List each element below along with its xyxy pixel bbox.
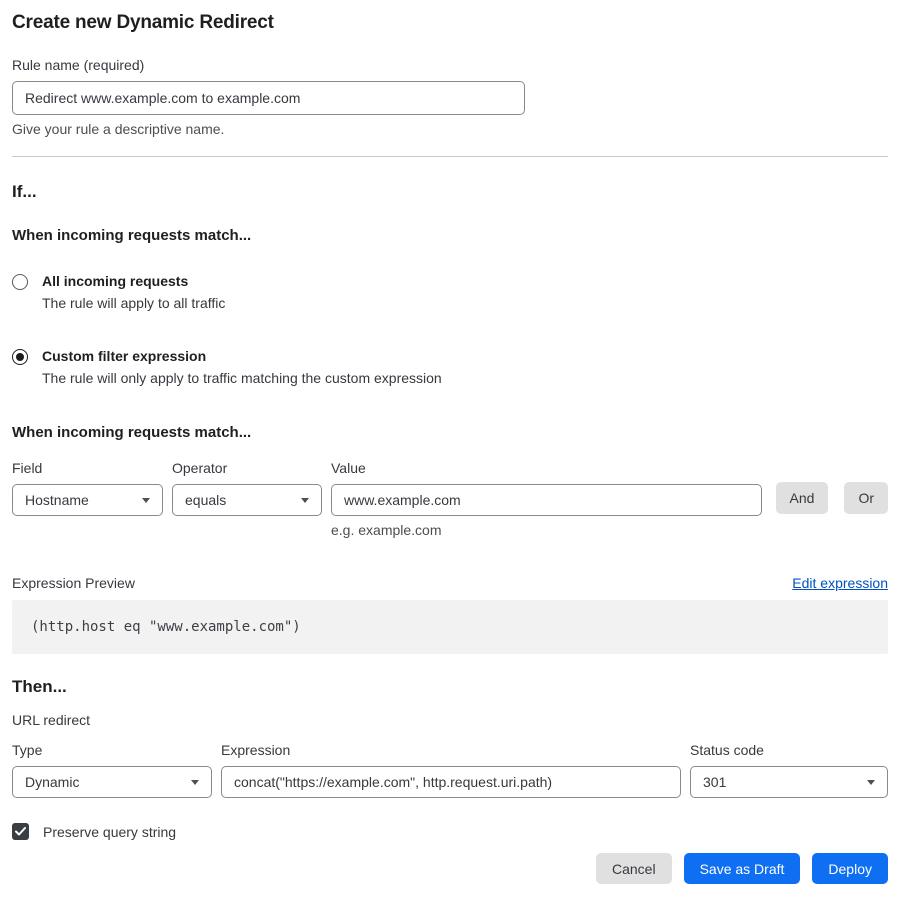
- if-heading: If...: [12, 182, 888, 202]
- status-code-dropdown-value: 301: [703, 774, 726, 790]
- radio-option-label[interactable]: Custom filter expression: [42, 348, 442, 365]
- field-label: Field: [12, 460, 163, 476]
- cancel-button[interactable]: Cancel: [596, 853, 672, 884]
- edit-expression-link[interactable]: Edit expression: [792, 575, 888, 591]
- value-input[interactable]: [331, 484, 762, 516]
- match-type-radio-group: All incoming requests The rule will appl…: [12, 273, 888, 386]
- value-help: e.g. example.com: [331, 522, 762, 538]
- checkbox-checked-icon[interactable]: [12, 823, 29, 840]
- operator-dropdown-value: equals: [185, 492, 226, 508]
- deploy-button[interactable]: Deploy: [812, 853, 888, 884]
- section-divider: [12, 156, 888, 157]
- radio-selected-icon[interactable]: [12, 349, 28, 365]
- operator-label: Operator: [172, 460, 322, 476]
- page-title: Create new Dynamic Redirect: [12, 8, 888, 34]
- radio-option-description: The rule will only apply to traffic matc…: [42, 370, 442, 386]
- chevron-down-icon: [191, 780, 199, 785]
- radio-option-label[interactable]: All incoming requests: [42, 273, 225, 290]
- expression-preview-code: (http.host eq "www.example.com"): [12, 600, 888, 654]
- field-dropdown-value: Hostname: [25, 492, 89, 508]
- form-actions: Cancel Save as Draft Deploy: [12, 853, 888, 884]
- type-dropdown[interactable]: Dynamic: [12, 766, 212, 798]
- chevron-down-icon: [142, 498, 150, 503]
- type-label: Type: [12, 742, 212, 758]
- rule-name-label: Rule name (required): [12, 57, 888, 73]
- url-redirect-label: URL redirect: [12, 712, 888, 728]
- type-dropdown-value: Dynamic: [25, 774, 79, 790]
- filter-builder-row: Field Hostname Operator equals Value e.g…: [12, 460, 888, 538]
- or-button[interactable]: Or: [844, 482, 888, 514]
- value-label: Value: [331, 460, 762, 476]
- status-code-dropdown[interactable]: 301: [690, 766, 888, 798]
- rule-name-input[interactable]: [12, 81, 525, 115]
- radio-option-description: The rule will apply to all traffic: [42, 295, 225, 311]
- chevron-down-icon: [867, 780, 875, 785]
- status-code-label: Status code: [690, 742, 888, 758]
- radio-unselected-icon[interactable]: [12, 274, 28, 290]
- preserve-query-row[interactable]: Preserve query string: [12, 823, 888, 840]
- expression-preview-label: Expression Preview: [12, 575, 135, 591]
- create-redirect-form: Create new Dynamic Redirect Rule name (r…: [0, 0, 907, 898]
- preserve-query-label[interactable]: Preserve query string: [43, 824, 176, 840]
- operator-dropdown[interactable]: equals: [172, 484, 322, 516]
- chevron-down-icon: [301, 498, 309, 503]
- expression-label: Expression: [221, 742, 681, 758]
- field-dropdown[interactable]: Hostname: [12, 484, 163, 516]
- match-heading: When incoming requests match...: [12, 227, 888, 244]
- radio-option-custom-expression[interactable]: Custom filter expression The rule will o…: [12, 348, 888, 386]
- redirect-config-row: Type Dynamic Expression Status code 301: [12, 742, 888, 798]
- redirect-expression-input[interactable]: [221, 766, 681, 798]
- radio-option-all-requests[interactable]: All incoming requests The rule will appl…: [12, 273, 888, 311]
- then-heading: Then...: [12, 677, 888, 697]
- and-button[interactable]: And: [776, 482, 829, 514]
- filter-builder-heading: When incoming requests match...: [12, 424, 888, 441]
- rule-name-help: Give your rule a descriptive name.: [12, 121, 888, 137]
- save-as-draft-button[interactable]: Save as Draft: [684, 853, 801, 884]
